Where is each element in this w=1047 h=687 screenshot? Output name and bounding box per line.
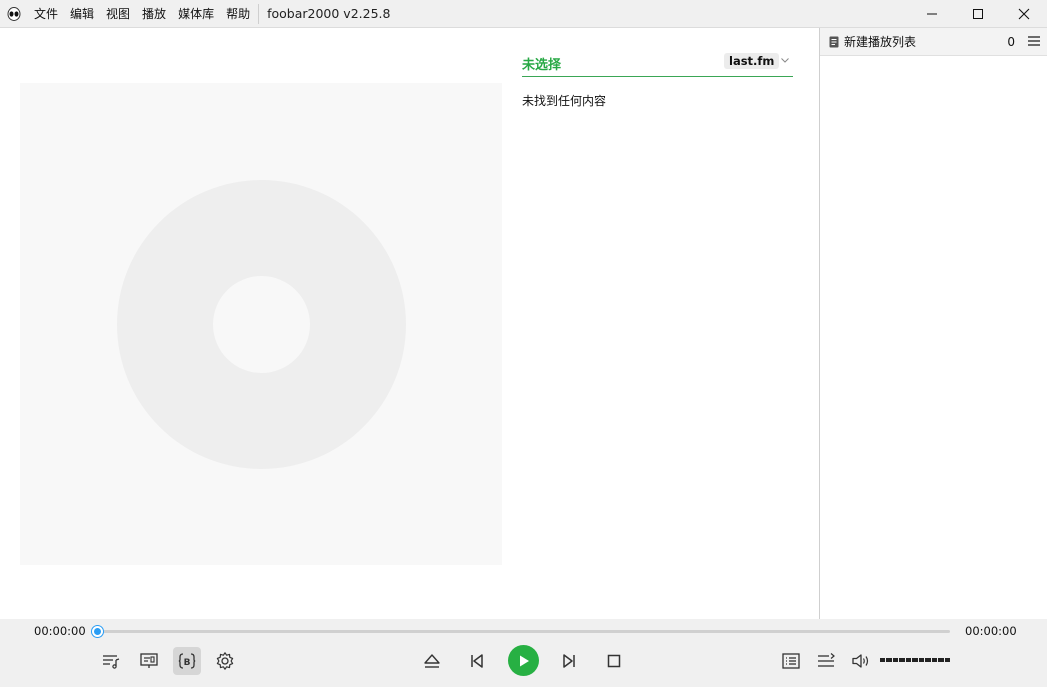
- info-title: 未选择: [522, 57, 562, 73]
- time-total: 00:00:00: [965, 624, 1017, 638]
- next-icon: [563, 654, 575, 668]
- bbcode-button[interactable]: B: [173, 647, 201, 675]
- window-title: foobar2000 v2.25.8: [267, 6, 391, 21]
- volume-slider[interactable]: [880, 658, 950, 662]
- hamburger-menu-icon[interactable]: [1027, 34, 1041, 51]
- playlist-count: 0: [1007, 35, 1015, 49]
- alien-head-icon[interactable]: [0, 0, 28, 28]
- menu-help[interactable]: 帮助: [220, 0, 256, 28]
- menu-separator: [258, 3, 260, 24]
- play-icon: [519, 655, 529, 666]
- list-view-icon: [782, 653, 800, 669]
- lyrics-card-button[interactable]: [135, 647, 163, 675]
- seek-bar[interactable]: [92, 626, 950, 637]
- playlist-music-icon: [103, 655, 120, 669]
- menu-playback[interactable]: 播放: [136, 0, 172, 28]
- time-elapsed: 00:00:00: [34, 624, 86, 638]
- previous-icon: [471, 654, 483, 668]
- queue-icon: [818, 653, 835, 667]
- menu-library[interactable]: 媒体库: [172, 0, 220, 28]
- maximize-button[interactable]: [955, 0, 1001, 28]
- close-icon: [1018, 8, 1030, 20]
- speaker-icon: [852, 654, 869, 668]
- bbcode-icon: B: [178, 653, 196, 669]
- menu-edit[interactable]: 编辑: [64, 0, 100, 28]
- eject-button[interactable]: [418, 647, 446, 675]
- play-button[interactable]: [508, 645, 539, 676]
- maximize-icon: [973, 9, 983, 19]
- list-view-button[interactable]: [777, 647, 805, 675]
- volume-button[interactable]: [847, 647, 875, 675]
- lyrics-card-icon: [140, 653, 158, 668]
- eject-icon: [424, 654, 440, 668]
- transport-bar: 00:00:00 00:00:00 B: [0, 619, 1047, 687]
- playlist-music-button[interactable]: [97, 647, 125, 675]
- stop-button[interactable]: [600, 647, 628, 675]
- playlist-name: 新建播放列表: [844, 35, 917, 49]
- info-message: 未找到任何内容: [522, 94, 607, 108]
- panel-divider[interactable]: [819, 28, 820, 619]
- menu-view[interactable]: 视图: [100, 0, 136, 28]
- title-bar: 文件 编辑 视图 播放 媒体库 帮助 foobar2000 v2.25.8: [0, 0, 1047, 28]
- window-controls: [909, 0, 1047, 28]
- svg-text:B: B: [184, 658, 191, 668]
- seek-handle[interactable]: [92, 626, 103, 637]
- disc-hole: [213, 276, 310, 373]
- close-button[interactable]: [1001, 0, 1047, 28]
- menu-file[interactable]: 文件: [28, 0, 64, 28]
- gear-icon: [216, 652, 234, 670]
- minimize-button[interactable]: [909, 0, 955, 28]
- info-panel-header: 未选择 last.fm: [522, 50, 793, 77]
- source-selector[interactable]: last.fm: [724, 53, 780, 69]
- minimize-icon: [927, 13, 937, 15]
- settings-button[interactable]: [211, 647, 239, 675]
- chevron-down-icon[interactable]: [780, 54, 790, 68]
- queue-button[interactable]: [812, 647, 840, 675]
- menu-bar: 文件 编辑 视图 播放 媒体库 帮助: [28, 0, 256, 28]
- playlist-doc-icon: [828, 35, 840, 49]
- previous-button[interactable]: [463, 647, 491, 675]
- next-button[interactable]: [555, 647, 583, 675]
- stop-icon: [607, 654, 621, 668]
- playlist-tab[interactable]: 新建播放列表 0: [820, 28, 1047, 56]
